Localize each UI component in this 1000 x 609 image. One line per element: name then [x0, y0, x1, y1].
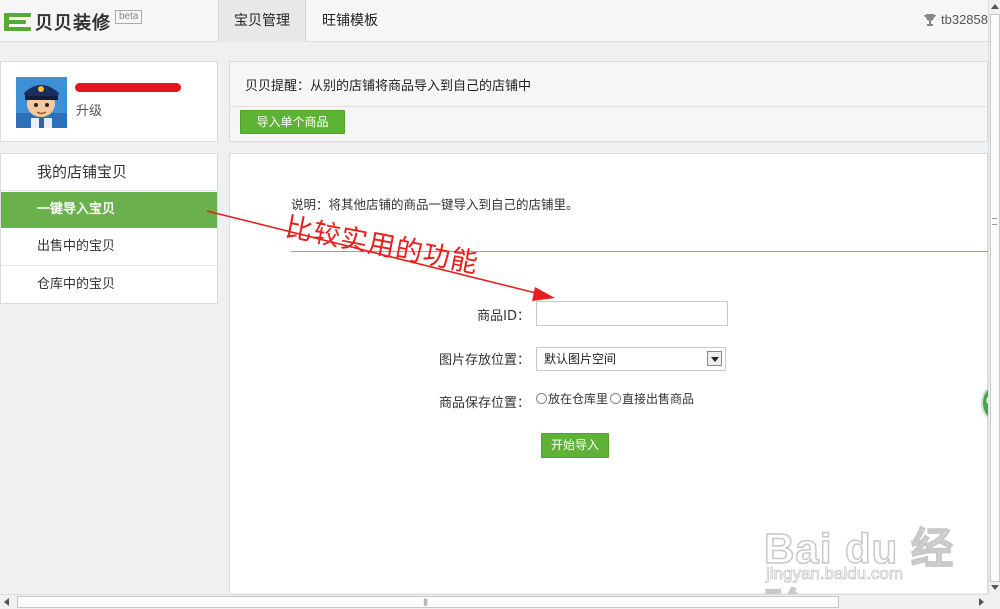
- tab-shop-templates[interactable]: 旺铺模板: [306, 0, 394, 42]
- image-location-label: 图片存放位置：: [438, 353, 530, 368]
- radio-warehouse-label[interactable]: 放在仓库里: [548, 390, 608, 407]
- vertical-scrollbar[interactable]: [988, 0, 1000, 594]
- avatar[interactable]: [16, 77, 67, 128]
- horizontal-scroll-thumb[interactable]: [17, 596, 839, 608]
- scroll-grip-icon: [992, 218, 997, 225]
- sidebar: 我的店铺宝贝 一键导入宝贝 出售中的宝贝 仓库中的宝贝: [0, 153, 218, 304]
- sidebar-item-on-sale[interactable]: 出售中的宝贝: [1, 228, 217, 266]
- save-location-label: 商品保存位置：: [438, 396, 530, 411]
- logo-text: 贝贝装修: [35, 13, 111, 34]
- scroll-up-icon[interactable]: [991, 4, 999, 9]
- notice-text: 贝贝提醒：从别的店铺将商品导入到自己的店铺中: [245, 79, 532, 94]
- watermark: Bai du 经验 jingyan.baidu.com: [763, 500, 964, 609]
- profile-card: 升级: [0, 61, 218, 142]
- start-import-button[interactable]: 开始导入: [541, 433, 609, 458]
- scroll-down-icon[interactable]: [991, 585, 999, 590]
- notice-panel: 贝贝提醒：从别的店铺将商品导入到自己的店铺中 导入单个商品: [229, 61, 988, 142]
- upgrade-link[interactable]: 升级: [76, 100, 102, 119]
- import-single-item-button[interactable]: 导入单个商品: [240, 110, 345, 134]
- item-id-label: 商品ID：: [477, 309, 530, 324]
- user-name: tb32858: [941, 12, 988, 27]
- scroll-right-icon[interactable]: [979, 598, 984, 606]
- sidebar-item-in-warehouse[interactable]: 仓库中的宝贝: [1, 266, 217, 303]
- dropdown-arrow-icon[interactable]: [707, 351, 722, 366]
- sidebar-item-one-click-import[interactable]: 一键导入宝贝: [1, 192, 217, 228]
- image-location-select[interactable]: 默认图片空间: [536, 347, 726, 371]
- logo[interactable]: 贝贝装修 beta: [4, 10, 143, 34]
- image-location-selected: 默认图片空间: [544, 352, 617, 366]
- scroll-grip-icon: |||: [423, 598, 428, 606]
- save-location-radio-group: 放在仓库里 直接出售商品: [536, 390, 696, 407]
- scroll-left-icon[interactable]: [4, 598, 9, 606]
- notice-divider: [230, 106, 987, 107]
- scrollbar-corner: [988, 594, 1000, 609]
- description-text: 说明：将其他店铺的商品一键导入到自己的店铺里。: [291, 197, 579, 212]
- radio-direct-sale[interactable]: [610, 393, 622, 404]
- beta-badge: beta: [115, 10, 143, 24]
- vertical-scroll-thumb[interactable]: [990, 14, 1000, 582]
- item-id-input[interactable]: [536, 301, 728, 326]
- sidebar-title: 我的店铺宝贝: [1, 154, 217, 191]
- logo-mark-icon: [4, 13, 31, 31]
- radio-warehouse[interactable]: [536, 393, 547, 404]
- top-bar: 贝贝装修 beta 宝贝管理 旺铺模板 tb32858: [0, 0, 988, 42]
- username-redacted: [75, 83, 181, 92]
- radio-direct-sale-label[interactable]: 直接出售商品: [622, 390, 694, 407]
- horizontal-scrollbar[interactable]: |||: [0, 594, 988, 609]
- watermark-url: jingyan.baidu.com: [766, 564, 904, 584]
- trophy-icon: [924, 13, 936, 26]
- tab-item-management[interactable]: 宝贝管理: [218, 0, 306, 42]
- user-account[interactable]: tb32858: [923, 12, 988, 27]
